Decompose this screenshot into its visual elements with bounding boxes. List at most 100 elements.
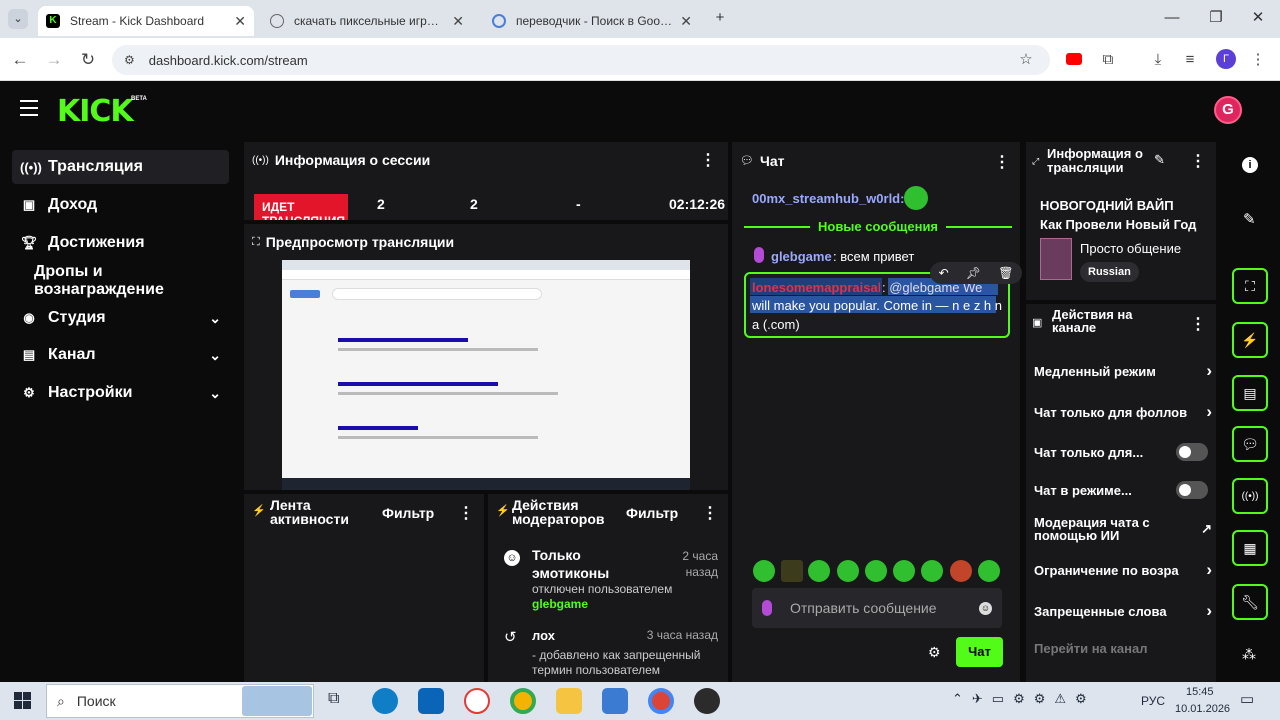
delete-icon[interactable]: 🗑︎: [998, 266, 1013, 280]
notifications-icon[interactable]: ▭: [1240, 690, 1254, 708]
minimize-icon[interactable]: —: [1162, 8, 1182, 28]
notes-toggle-button[interactable]: ▤: [1232, 375, 1268, 411]
subscribers-only-toggle[interactable]: [1176, 443, 1208, 461]
youtube-extension-icon[interactable]: [1066, 53, 1082, 65]
mod-action-desc: отключен пользователем: [532, 582, 673, 596]
broadcast-toggle-button[interactable]: ((•)): [1232, 478, 1268, 514]
obs-icon[interactable]: [694, 688, 720, 714]
chrome-active-icon[interactable]: [648, 688, 674, 714]
emote-mode-toggle[interactable]: [1176, 481, 1208, 499]
chat-settings-icon[interactable]: ⚙: [928, 644, 941, 661]
user-avatar[interactable]: G: [1214, 96, 1242, 124]
edge-icon[interactable]: [372, 688, 398, 714]
extensions-icon[interactable]: ⧉: [1098, 50, 1118, 70]
slow-mode-option[interactable]: Медленный режим ›: [1034, 361, 1212, 380]
emote-icon[interactable]: [781, 560, 803, 582]
new-tab-button[interactable]: +: [710, 8, 730, 28]
chat-username[interactable]: glebgame: [771, 249, 832, 264]
emote-icon[interactable]: [978, 560, 1000, 582]
emote-icon[interactable]: [753, 560, 775, 582]
chrome-icon[interactable]: [510, 688, 536, 714]
kick-logo[interactable]: KICK: [57, 94, 134, 129]
yandex-browser-icon[interactable]: [464, 688, 490, 714]
reload-icon[interactable]: ↻: [78, 50, 98, 70]
preview-toggle-button[interactable]: ⛶: [1232, 268, 1268, 304]
more-options-icon[interactable]: ⋮: [702, 503, 718, 523]
clock-date[interactable]: 10.01.2026: [1175, 703, 1230, 715]
stream-preview-video[interactable]: [282, 260, 690, 490]
download-icon[interactable]: ⤓: [1148, 50, 1168, 70]
forward-icon[interactable]: →: [44, 50, 64, 70]
emoji-picker-icon[interactable]: ☺: [979, 601, 992, 615]
hamburger-menu-icon[interactable]: [20, 100, 38, 116]
close-tab-icon[interactable]: ✕: [452, 13, 464, 30]
ai-moderation-option[interactable]: Модерация чата с помощью ИИ ↗: [1034, 515, 1212, 543]
nav-item-revenue[interactable]: ▣ Доход: [12, 188, 229, 222]
site-info-icon[interactable]: ⚙: [124, 53, 135, 67]
windows-start-icon[interactable]: [14, 692, 31, 709]
mod-actions-filter-button[interactable]: Фильтр: [626, 505, 678, 521]
url-bar[interactable]: ⚙ dashboard.kick.com/stream: [112, 45, 1050, 75]
chat-username[interactable]: 00mx_streamhub_w0rld:: [752, 191, 904, 206]
edit-icon[interactable]: ✎: [1243, 210, 1256, 228]
browser-menu-icon[interactable]: ⋮: [1248, 50, 1268, 70]
bookmark-star-icon[interactable]: ☆: [1016, 50, 1036, 70]
browser-tab-kick[interactable]: K Stream - Kick Dashboard ✕: [38, 6, 254, 36]
mod-actions-title: Действия модераторов: [512, 497, 605, 527]
browser-tab-pixel-games[interactable]: скачать пиксельные игры на ✕: [262, 6, 472, 36]
mod-tools-toggle-button[interactable]: ▦: [1232, 530, 1268, 566]
age-restriction-option[interactable]: Ограничение по возра ›: [1034, 560, 1212, 579]
followers-only-option[interactable]: Чат только для фоллов ›: [1034, 402, 1212, 421]
emote-icon[interactable]: [921, 560, 943, 582]
more-options-icon[interactable]: ⋮: [994, 152, 1010, 172]
activity-toggle-button[interactable]: ⚡: [1232, 322, 1268, 358]
emote-icon[interactable]: [837, 560, 859, 582]
new-messages-divider[interactable]: Новые сообщения: [744, 219, 1013, 234]
input-language[interactable]: РУС: [1141, 694, 1165, 708]
tools-toggle-button[interactable]: 🔧︎: [1232, 584, 1268, 620]
more-options-icon[interactable]: ⋮: [1190, 151, 1206, 171]
reply-icon[interactable]: ↶: [939, 266, 949, 280]
chat-input[interactable]: Отправить сообщение ☺: [752, 588, 1002, 628]
media-controls-icon[interactable]: ≡: [1180, 50, 1200, 70]
emote-icon[interactable]: [893, 560, 915, 582]
go-to-channel-option[interactable]: Перейти на канал: [1034, 639, 1212, 657]
nav-item-broadcast[interactable]: ((•)) Трансляция: [12, 150, 229, 184]
chat-toggle-button[interactable]: 💬︎: [1232, 426, 1268, 462]
restore-icon[interactable]: ❐: [1206, 8, 1226, 28]
close-tab-icon[interactable]: ✕: [680, 13, 692, 30]
system-tray-icons[interactable]: ⌃✈▭⚙⚙⚠⚙: [952, 691, 1096, 707]
close-window-icon[interactable]: ✕: [1248, 8, 1268, 28]
emote-icon[interactable]: [808, 560, 830, 582]
chat-username[interactable]: lonesomemappraisals: [752, 280, 880, 295]
profile-avatar[interactable]: Г: [1216, 49, 1236, 69]
browser-tab-translator[interactable]: переводчик - Поиск в Google ✕: [484, 6, 700, 36]
tab-search-button[interactable]: ⌄: [8, 9, 28, 29]
session-duration: 02:12:26: [669, 196, 726, 212]
nav-item-channel[interactable]: ▤ Канал ⌄: [12, 338, 229, 372]
back-icon[interactable]: ←: [10, 50, 30, 70]
activity-filter-button[interactable]: Фильтр: [382, 505, 434, 521]
obs-like-app-icon[interactable]: [602, 688, 628, 714]
nav-item-drops[interactable]: Дропы и вознаграждение: [12, 263, 229, 298]
mod-action-user[interactable]: glebgame: [532, 597, 588, 611]
more-options-icon[interactable]: ⋮: [700, 150, 716, 170]
outlook-icon[interactable]: [418, 688, 444, 714]
send-chat-button[interactable]: Чат: [956, 637, 1003, 667]
more-options-icon[interactable]: ⋮: [458, 503, 474, 523]
close-tab-icon[interactable]: ✕: [234, 13, 246, 30]
nav-item-settings[interactable]: ⚙ Настройки ⌄: [12, 376, 229, 410]
nav-item-studio[interactable]: ◉ Студия ⌄: [12, 301, 229, 335]
info-icon[interactable]: i: [1242, 157, 1258, 173]
file-explorer-icon[interactable]: [556, 688, 582, 714]
pin-icon[interactable]: 📌︎: [966, 266, 981, 280]
banned-words-option[interactable]: Запрещенные слова ›: [1034, 601, 1212, 620]
emote-icon[interactable]: [865, 560, 887, 582]
widgets-icon[interactable]: ⁂: [1242, 646, 1256, 663]
more-options-icon[interactable]: ⋮: [1190, 314, 1206, 334]
clock-time[interactable]: 15:45: [1186, 686, 1214, 698]
nav-item-achievements[interactable]: 🏆︎ Достижения: [12, 226, 229, 260]
emote-icon[interactable]: [950, 560, 972, 582]
edit-icon[interactable]: ✎: [1154, 152, 1165, 168]
task-view-icon[interactable]: ⧉: [328, 690, 339, 708]
